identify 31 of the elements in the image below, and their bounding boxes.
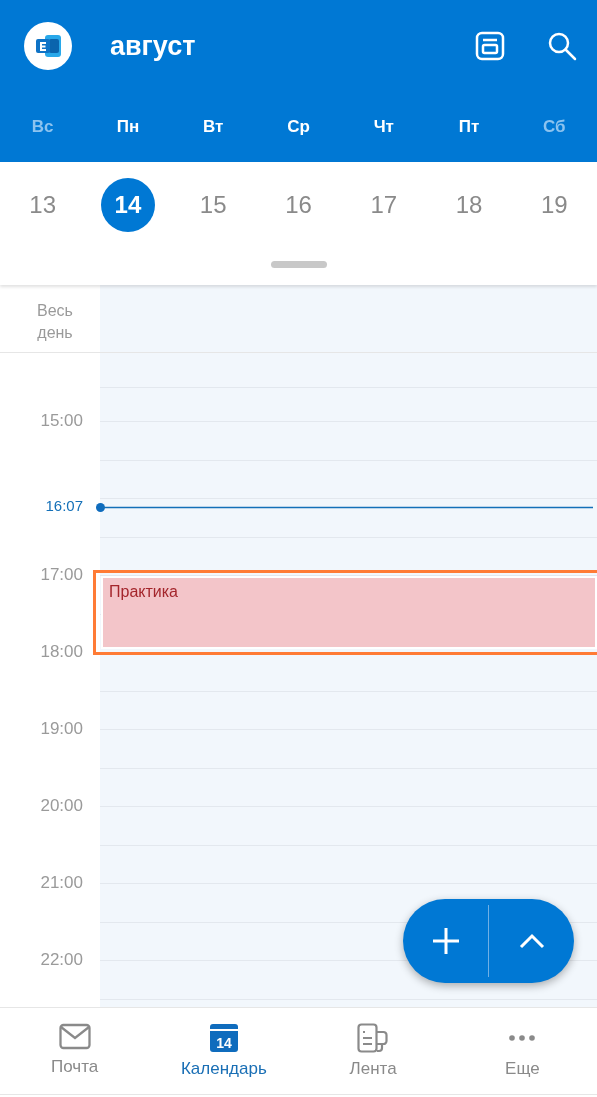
search-icon[interactable] [547,31,577,61]
date-button[interactable]: 13 [15,178,70,232]
nav-tab[interactable]: Еще [447,1008,597,1094]
nav-tab[interactable]: Почта [0,1008,150,1094]
date-button[interactable]: 18 [442,178,497,232]
plus-icon [430,926,461,956]
more-icon [509,1035,536,1041]
newspaper-icon [357,1023,390,1053]
weekday-label: Чт [373,117,394,137]
date-button[interactable]: 14 [100,178,155,232]
nav-tab[interactable]: Лента [298,1008,448,1094]
weekday-label: Сб [543,117,566,137]
weekday-label: Пн [116,117,140,137]
month-title[interactable]: август [110,30,475,62]
date-button[interactable]: 19 [527,178,582,232]
nav-tab[interactable]: 14 Календарь [149,1008,299,1094]
weekday-label: Пт [458,117,480,137]
calendar-icon: 14 [208,1023,239,1053]
date-button[interactable]: 15 [186,178,241,232]
drag-handle[interactable] [270,261,327,268]
weekday-label: Вс [31,117,54,137]
calendar-view-icon[interactable] [475,31,505,61]
mail-icon [58,1023,91,1051]
weekday-label: Вт [203,117,224,137]
chevron-up-icon [518,933,545,949]
date-button[interactable]: 17 [356,178,411,232]
date-button[interactable]: 16 [271,178,326,232]
event-block[interactable]: Практика [101,576,597,649]
app-logo[interactable] [24,22,72,70]
all-day-label: Весь день [36,301,74,343]
weekday-label: Ср [287,117,310,137]
